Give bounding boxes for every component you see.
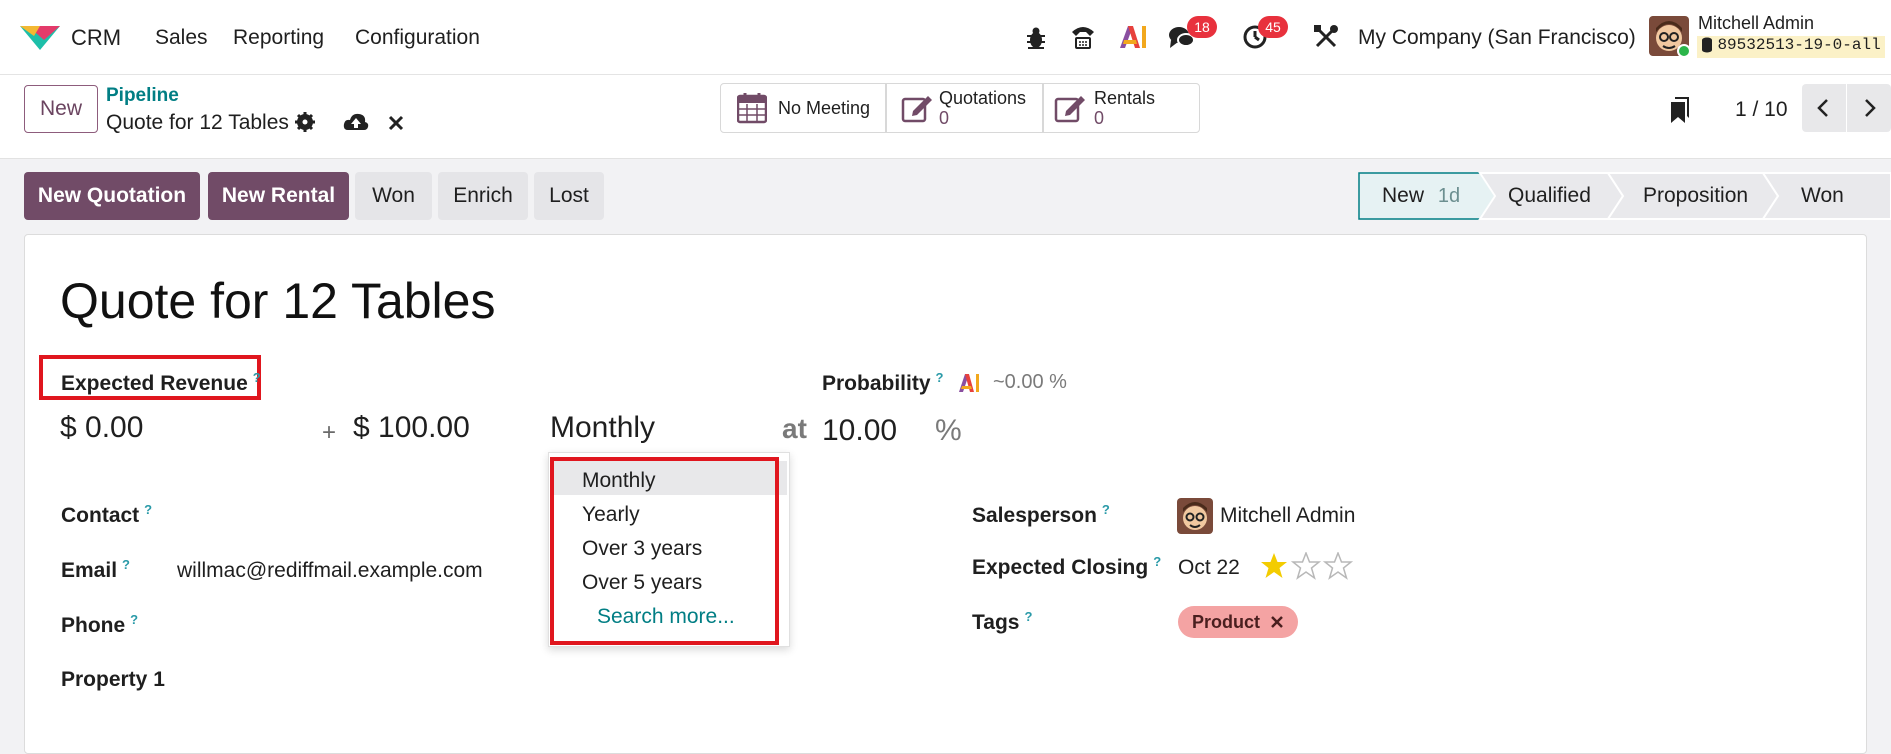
new-rental-button[interactable]: New Rental xyxy=(208,172,349,220)
quotations-smart-button[interactable]: Quotations 0 xyxy=(886,83,1043,133)
stage-qualified[interactable]: Qualified xyxy=(1508,172,1591,220)
star-icon xyxy=(1290,552,1322,580)
help-icon[interactable]: ? xyxy=(936,370,944,385)
quotations-label: Quotations xyxy=(939,88,1027,108)
chevron-right-icon xyxy=(1865,99,1876,117)
edit-icon xyxy=(1054,96,1085,123)
phone-icon[interactable] xyxy=(1070,24,1096,50)
email-label: Email? xyxy=(61,557,130,582)
highlight-box-dropdown xyxy=(550,457,779,645)
tag-product[interactable]: Product xyxy=(1178,606,1299,638)
expected-revenue-label: Expected Revenue? xyxy=(61,370,261,395)
company-switcher[interactable]: My Company (San Francisco) xyxy=(1358,26,1636,50)
expected-closing-field[interactable]: Oct 22 xyxy=(1178,556,1240,580)
top-navbar: CRM Sales Reporting Configuration 18 45 xyxy=(0,0,1891,75)
crm-logo-icon[interactable] xyxy=(20,24,60,52)
tags-label: Tags? xyxy=(972,609,1033,634)
remove-tag-icon[interactable] xyxy=(1270,615,1284,629)
stage-new-duration: 1d xyxy=(1437,185,1461,207)
help-icon[interactable]: ? xyxy=(253,370,261,385)
stage-new-label: New xyxy=(1382,184,1425,207)
pager-next-button[interactable] xyxy=(1847,84,1891,132)
won-button[interactable]: Won xyxy=(355,172,432,220)
tag-label: Product xyxy=(1192,612,1261,632)
probability-label: Probability? xyxy=(822,370,944,395)
priority-stars[interactable] xyxy=(1260,552,1356,580)
meeting-smart-button[interactable]: No Meeting xyxy=(720,83,886,133)
database-badge: 89532513-19-0-all xyxy=(1697,36,1885,58)
activities-badge: 45 xyxy=(1258,16,1288,38)
salesperson-field[interactable]: Mitchell Admin xyxy=(1220,504,1355,528)
breadcrumb-current: Quote for 12 Tables xyxy=(106,111,289,134)
at-label: at xyxy=(782,413,807,444)
recurring-plan-field[interactable]: Monthly xyxy=(550,411,655,445)
property-label: Property 1 xyxy=(61,668,165,691)
salesperson-label: Salesperson? xyxy=(972,502,1110,527)
recurring-revenue-field[interactable]: $ 100.00 xyxy=(353,411,470,445)
stage-won[interactable]: Won xyxy=(1801,172,1844,220)
pager-previous-button[interactable] xyxy=(1802,84,1846,132)
app-name[interactable]: CRM xyxy=(71,25,121,51)
stage-new[interactable]: New 1d xyxy=(1382,172,1460,220)
menu-configuration[interactable]: Configuration xyxy=(355,26,480,50)
database-icon xyxy=(1702,37,1712,53)
star-icon xyxy=(1261,553,1287,578)
user-avatar[interactable] xyxy=(1649,16,1689,56)
pager-value[interactable]: 1 / 10 xyxy=(1735,98,1788,122)
expected-closing-label: Expected Closing? xyxy=(972,554,1162,579)
new-record-button[interactable]: New xyxy=(24,85,98,133)
help-icon[interactable]: ? xyxy=(1153,554,1161,569)
phone-label: Phone? xyxy=(61,612,139,637)
user-name[interactable]: Mitchell Admin xyxy=(1698,13,1814,34)
salesperson-avatar xyxy=(1177,498,1213,534)
email-field[interactable]: willmac@rediffmail.example.com xyxy=(177,559,483,583)
help-icon[interactable]: ? xyxy=(1102,502,1110,517)
ai-icon[interactable] xyxy=(1118,24,1148,50)
calendar-icon xyxy=(737,93,767,124)
ai-icon xyxy=(959,374,979,392)
help-icon[interactable]: ? xyxy=(144,502,152,517)
discard-icon[interactable] xyxy=(388,115,404,131)
menu-sales[interactable]: Sales xyxy=(155,26,208,50)
rentals-smart-button[interactable]: Rentals 0 xyxy=(1043,83,1200,133)
cloud-upload-icon[interactable] xyxy=(343,112,369,132)
edit-icon xyxy=(901,96,932,123)
bookmark-icon[interactable] xyxy=(1670,96,1690,124)
rentals-label: Rentals xyxy=(1094,88,1156,108)
meeting-label: No Meeting xyxy=(778,98,871,118)
enrich-button[interactable]: Enrich xyxy=(438,172,528,220)
expected-revenue-field[interactable]: $ 0.00 xyxy=(60,411,143,445)
chevron-left-icon xyxy=(1817,99,1828,117)
rentals-count: 0 xyxy=(1094,108,1105,128)
lost-button[interactable]: Lost xyxy=(534,172,604,220)
quotations-count: 0 xyxy=(939,108,950,128)
ai-probability-value: ~0.00 % xyxy=(993,371,1067,393)
record-name-field[interactable]: Quote for 12 Tables xyxy=(60,272,495,330)
contact-label: Contact? xyxy=(61,502,153,527)
gear-icon[interactable] xyxy=(295,112,315,132)
help-icon[interactable]: ? xyxy=(1024,609,1032,624)
stage-proposition[interactable]: Proposition xyxy=(1643,172,1748,220)
breadcrumb-pipeline[interactable]: Pipeline xyxy=(106,85,179,107)
probability-field[interactable]: 10.00 xyxy=(822,414,897,448)
menu-reporting[interactable]: Reporting xyxy=(233,26,324,50)
database-name: 89532513-19-0-all xyxy=(1717,36,1881,54)
messages-badge: 18 xyxy=(1187,16,1217,38)
help-icon[interactable]: ? xyxy=(130,612,138,627)
plus-sign: + xyxy=(322,419,337,446)
tools-icon[interactable] xyxy=(1313,24,1339,50)
help-icon[interactable]: ? xyxy=(122,557,130,572)
star-icon xyxy=(1322,552,1354,580)
percent-sign: % xyxy=(935,414,962,447)
new-quotation-button[interactable]: New Quotation xyxy=(24,172,200,220)
bug-icon[interactable] xyxy=(1025,26,1047,50)
